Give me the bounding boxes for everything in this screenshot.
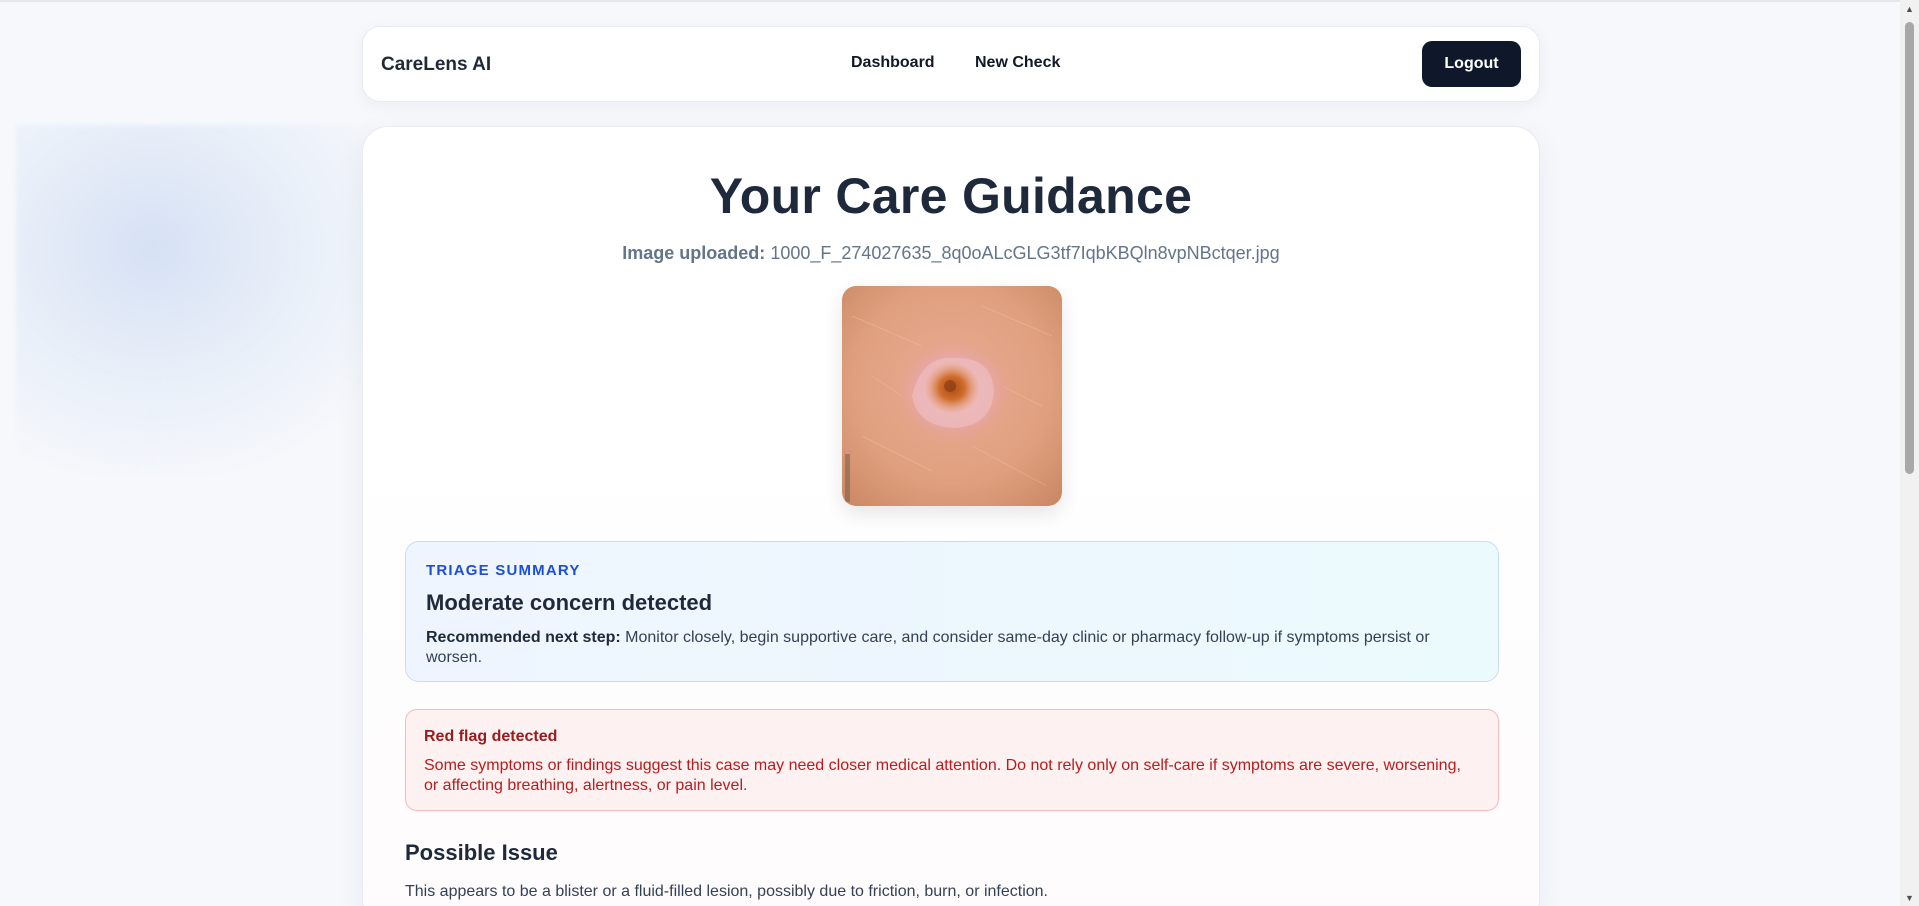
top-rule: [0, 0, 1900, 2]
recommendation-label: Recommended next step:: [426, 629, 621, 646]
triage-heading: Moderate concern detected: [426, 590, 713, 615]
red-flag-alert: Red flag detected Some symptoms or findi…: [405, 709, 1499, 811]
triage-label: TRIAGE SUMMARY: [426, 562, 581, 579]
uploaded-skin-image: [842, 286, 1062, 506]
background-blob: [16, 125, 406, 475]
vertical-scrollbar[interactable]: ▲ ▼: [1900, 0, 1919, 906]
possible-issue-title: Possible Issue: [405, 840, 558, 865]
brand-logo[interactable]: CareLens AI: [381, 54, 491, 76]
upload-filename: 1000_F_274027635_8q0oALcGLG3tf7IqbKBQln8…: [770, 243, 1280, 263]
scroll-up-arrow-icon[interactable]: ▲: [1900, 0, 1919, 17]
scroll-down-arrow-icon[interactable]: ▼: [1900, 889, 1919, 906]
red-flag-title: Red flag detected: [424, 728, 558, 745]
nav-link-dashboard[interactable]: Dashboard: [851, 54, 935, 72]
logout-button[interactable]: Logout: [1422, 41, 1521, 87]
nav-link-new-check[interactable]: New Check: [975, 54, 1060, 72]
upload-info: Image uploaded: 1000_F_274027635_8q0oALc…: [363, 243, 1539, 264]
navbar: CareLens AI Dashboard New Check Logout: [362, 26, 1540, 102]
upload-label: Image uploaded:: [622, 243, 766, 263]
scrollbar-thumb[interactable]: [1905, 22, 1914, 474]
care-guidance-card: Your Care Guidance Image uploaded: 1000_…: [362, 126, 1540, 906]
page-title: Your Care Guidance: [709, 168, 1193, 224]
triage-recommendation: Recommended next step: Monitor closely, …: [426, 628, 1466, 668]
red-flag-text: Some symptoms or findings suggest this c…: [424, 757, 1461, 794]
triage-summary-box: TRIAGE SUMMARY Moderate concern detected…: [405, 541, 1499, 682]
possible-issue-text: This appears to be a blister or a fluid-…: [405, 883, 1048, 900]
